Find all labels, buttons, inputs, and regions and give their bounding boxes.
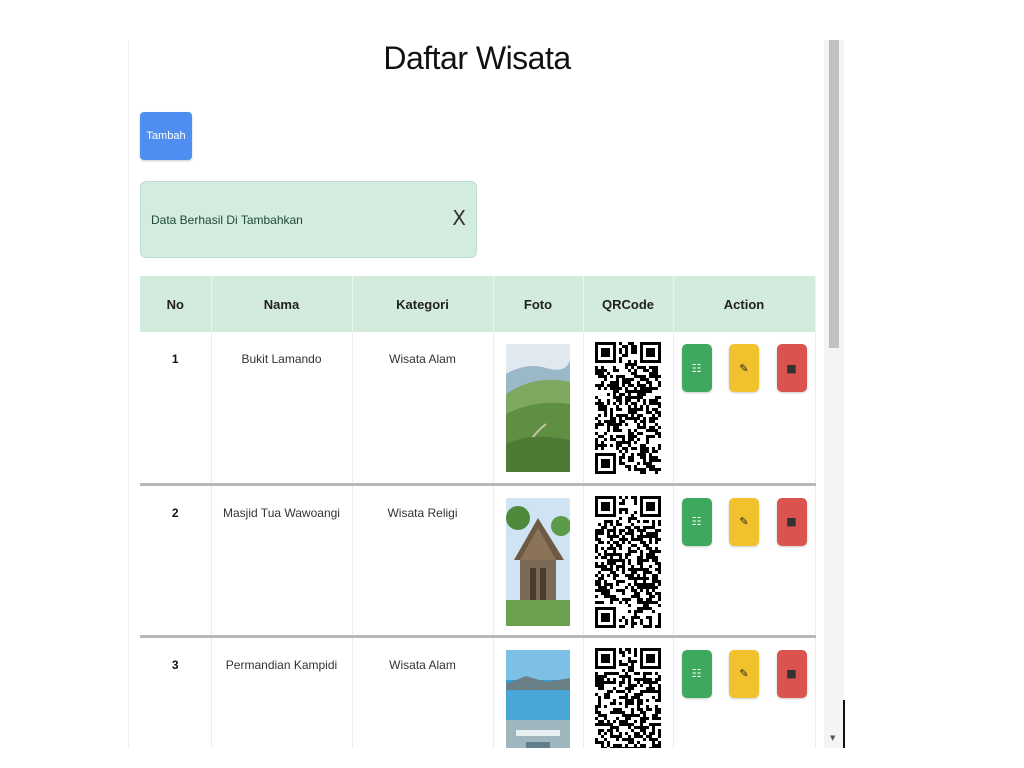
photo-thumbnail bbox=[506, 649, 570, 748]
row-kategori: Wisata Alam bbox=[352, 332, 494, 486]
row-no: 2 bbox=[140, 484, 212, 638]
vertical-scrollbar[interactable]: ▼ bbox=[824, 40, 844, 748]
qrcode-image bbox=[595, 647, 661, 748]
table-row: 3 Permandian Kampidi Wisata Alam ☷ ✎ ■ bbox=[140, 636, 816, 748]
header-foto: Foto bbox=[493, 276, 584, 332]
list-icon: ☷ bbox=[691, 361, 702, 375]
trash-icon: ■ bbox=[786, 667, 797, 680]
scroll-thumb[interactable] bbox=[829, 40, 839, 348]
edit-button[interactable]: ✎ bbox=[729, 497, 759, 546]
table-row: 1 Bukit Lamando Wisata Alam ☷ ✎ ■ bbox=[140, 332, 816, 486]
detail-button[interactable]: ☷ bbox=[681, 649, 712, 698]
edit-icon: ✎ bbox=[739, 361, 749, 375]
row-kategori: Wisata Alam bbox=[352, 636, 494, 748]
qrcode-image bbox=[595, 495, 661, 628]
table-row: 2 Masjid Tua Wawoangi Wisata Religi ☷ ✎ … bbox=[140, 484, 816, 638]
page-title: Daftar Wisata bbox=[383, 40, 571, 76]
row-no: 1 bbox=[140, 332, 212, 486]
table-header-row: No Nama Kategori Foto QRCode Action bbox=[140, 276, 816, 332]
list-icon: ☷ bbox=[691, 515, 702, 528]
row-no: 3 bbox=[140, 636, 212, 748]
qrcode-image bbox=[595, 342, 661, 474]
header-qrcode: QRCode bbox=[583, 276, 674, 332]
edit-icon: ✎ bbox=[739, 515, 749, 528]
row-nama: Permandian Kampidi bbox=[211, 636, 353, 748]
header-kategori: Kategori bbox=[352, 276, 494, 332]
alert-message: Data Berhasil Di Tambahkan bbox=[151, 212, 303, 227]
photo-thumbnail bbox=[506, 344, 570, 472]
delete-button[interactable]: ■ bbox=[776, 649, 807, 698]
trash-icon: ■ bbox=[786, 361, 797, 375]
add-button[interactable]: Tambah bbox=[140, 112, 192, 160]
detail-button[interactable]: ☷ bbox=[681, 497, 712, 546]
photo-thumbnail bbox=[506, 497, 570, 626]
edit-button[interactable]: ✎ bbox=[729, 649, 759, 698]
trash-icon: ■ bbox=[786, 515, 797, 528]
delete-button[interactable]: ■ bbox=[776, 344, 807, 392]
page-panel: Daftar Wisata Tambah Data Berhasil Di Ta… bbox=[128, 40, 824, 748]
row-nama: Bukit Lamando bbox=[211, 332, 353, 486]
wisata-table: No Nama Kategori Foto QRCode Action 1 Bu… bbox=[140, 276, 816, 748]
list-icon: ☷ bbox=[691, 667, 702, 680]
header-action: Action bbox=[673, 276, 816, 332]
edit-icon: ✎ bbox=[739, 667, 749, 680]
row-nama: Masjid Tua Wawoangi bbox=[211, 484, 353, 638]
detail-button[interactable]: ☷ bbox=[681, 344, 712, 392]
row-kategori: Wisata Religi bbox=[352, 484, 494, 638]
delete-button[interactable]: ■ bbox=[776, 497, 807, 546]
text-cursor bbox=[843, 700, 845, 748]
header-no: No bbox=[140, 276, 212, 332]
scroll-down-arrow-icon[interactable]: ▼ bbox=[830, 734, 835, 742]
header-nama: Nama bbox=[211, 276, 353, 332]
close-icon[interactable]: X bbox=[452, 208, 466, 228]
success-alert: Data Berhasil Di Tambahkan X bbox=[140, 181, 477, 258]
edit-button[interactable]: ✎ bbox=[729, 344, 759, 392]
